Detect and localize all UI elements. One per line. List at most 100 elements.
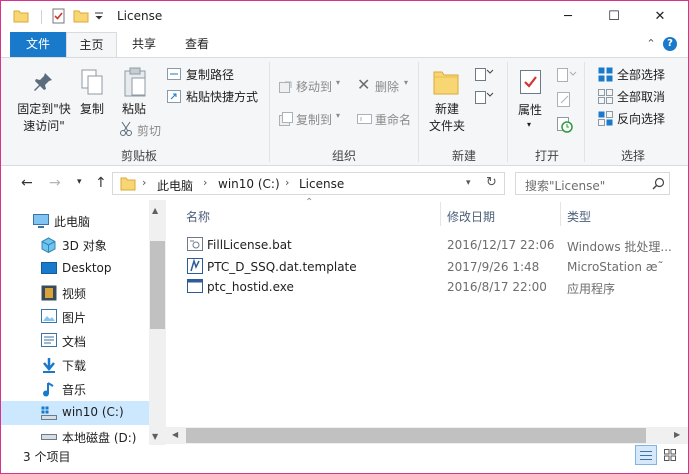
folder-icon [13, 10, 29, 23]
sidebar-item-drive-d[interactable]: 本地磁盘 (D:) [1, 425, 149, 445]
sidebar-scrollbar[interactable]: ▲ ▼ [149, 200, 166, 445]
breadcrumb-chevron-icon[interactable]: › [203, 176, 207, 189]
breadcrumb-chevron-icon[interactable]: › [285, 176, 289, 189]
select-none-button[interactable]: 全部取消 [617, 88, 665, 105]
pc-icon [33, 214, 49, 228]
3d-objects-icon [41, 237, 56, 253]
navigation-pane: 此电脑 3D 对象 Desktop 视频 图片 文档 下载 音乐 win10 (… [1, 200, 149, 445]
sidebar-item-this-pc[interactable]: 此电脑 [1, 209, 149, 233]
scrollbar-thumb[interactable] [186, 428, 646, 443]
breadcrumb-chevron-icon[interactable]: › [142, 176, 146, 189]
column-divider[interactable] [560, 202, 561, 226]
file-list: ⌃ 名称 修改日期 类型 FillLicense.bat 2016/12/17 … [166, 197, 688, 427]
sidebar-item-3d-objects[interactable]: 3D 对象 [1, 233, 149, 257]
sidebar-item-music[interactable]: 音乐 [1, 377, 149, 401]
window-title: License [117, 9, 163, 23]
group-divider [507, 62, 508, 162]
customize-toolbar-icon[interactable] [93, 8, 105, 24]
organize-group-label: 组织 [331, 149, 356, 163]
properties-button[interactable]: 属性 [515, 102, 545, 119]
details-view-button[interactable] [635, 445, 657, 465]
refresh-icon[interactable]: ↻ [486, 175, 497, 190]
forward-arrow-icon[interactable]: → [49, 175, 61, 191]
sidebar-item-documents[interactable]: 文档 [1, 329, 149, 353]
copy-path-button[interactable]: 复制路径 [186, 66, 234, 83]
properties-quick-icon[interactable] [51, 8, 67, 24]
sidebar-item-pictures[interactable]: 图片 [1, 305, 149, 329]
column-header-date[interactable]: 修改日期 [447, 208, 495, 225]
column-divider[interactable] [440, 202, 441, 226]
minimize-button[interactable]: ─ [545, 1, 591, 32]
column-header-type[interactable]: 类型 [567, 208, 591, 225]
help-icon[interactable]: ? [663, 37, 677, 51]
delete-button[interactable]: 删除 [375, 78, 399, 95]
move-to-button[interactable]: 移动到 [296, 78, 332, 95]
scroll-up-icon[interactable]: ▲ [152, 206, 158, 215]
move-to-icon [279, 81, 292, 93]
scroll-down-icon[interactable]: ▼ [152, 432, 158, 441]
scroll-right-icon[interactable]: ▶ [674, 430, 680, 439]
new-folder-quick-icon[interactable] [73, 8, 89, 24]
sidebar-item-label: 本地磁盘 (D:) [62, 431, 137, 445]
breadcrumb-license[interactable]: License [299, 177, 344, 191]
open-group-label: 打开 [534, 149, 559, 163]
pin-quick-access-button[interactable]: 固定到"快 速访问" [11, 101, 77, 135]
large-icons-view-button[interactable] [659, 445, 681, 465]
title-bar: License ─ ☐ ✕ [1, 1, 688, 32]
sidebar-item-label: 文档 [62, 335, 87, 349]
breadcrumb-this-pc[interactable]: 此电脑 [157, 177, 193, 194]
file-row[interactable]: FillLicense.bat 2016/12/17 22:06 Windows… [179, 235, 688, 255]
new-folder-button[interactable]: 新建 文件夹 [425, 101, 469, 135]
cut-button[interactable]: 剪切 [137, 122, 161, 139]
breadcrumb-drive[interactable]: win10 (C:) [218, 177, 280, 191]
group-divider [269, 62, 270, 162]
ribbon-collapse-icon[interactable]: ⌃ [644, 37, 658, 51]
select-all-button[interactable]: 全部选择 [617, 66, 665, 83]
up-arrow-icon[interactable]: ↑ [95, 175, 107, 191]
exe-file-icon [187, 279, 203, 293]
desktop-icon [41, 262, 57, 274]
file-list-scrollbar[interactable]: ◀ ▶ [166, 427, 688, 444]
pictures-icon [41, 309, 57, 323]
recent-locations-icon[interactable]: ▾ [77, 177, 82, 187]
scroll-left-icon[interactable]: ◀ [172, 430, 178, 439]
copy-button[interactable]: 复制 [77, 101, 107, 118]
paste-button[interactable]: 粘贴 [119, 101, 149, 118]
sidebar-item-downloads[interactable]: 下载 [1, 353, 149, 377]
copy-to-button[interactable]: 复制到 [296, 111, 332, 128]
search-icon[interactable] [652, 177, 665, 190]
delete-dropdown-icon[interactable]: ▾ [404, 78, 408, 87]
group-divider [418, 62, 419, 162]
sidebar-item-label: 图片 [62, 311, 87, 325]
address-bar[interactable]: › 此电脑 › win10 (C:) › License ▾ ↻ [112, 172, 505, 195]
column-header-name[interactable]: 名称 [186, 208, 210, 225]
search-box[interactable]: 搜索"License" [515, 172, 670, 195]
sidebar-item-videos[interactable]: 视频 [1, 281, 149, 305]
invert-selection-button[interactable]: 反向选择 [617, 110, 665, 127]
close-button[interactable]: ✕ [637, 1, 683, 32]
address-dropdown-icon[interactable]: ▾ [466, 178, 471, 188]
sidebar-item-label: 3D 对象 [62, 239, 107, 253]
scrollbar-thumb[interactable] [150, 241, 165, 329]
tab-file[interactable]: 文件 [10, 32, 66, 57]
properties-dropdown-icon[interactable]: ▾ [527, 120, 531, 129]
sidebar-item-drive-c[interactable]: win10 (C:) [1, 401, 149, 425]
maximize-button[interactable]: ☐ [591, 1, 637, 32]
file-row[interactable]: ptc_hostid.exe 2016/8/17 22:00 应用程序 [179, 277, 688, 297]
copy-path-icon [167, 68, 181, 80]
tab-view[interactable]: 查看 [171, 32, 223, 57]
edit-icon [557, 92, 570, 107]
paste-shortcut-button[interactable]: 粘贴快捷方式 [186, 88, 258, 105]
rename-button[interactable]: 重命名 [375, 111, 411, 128]
file-name: ptc_hostid.exe [207, 280, 294, 294]
file-row[interactable]: PTC_D_SSQ.dat.template 2017/9/26 1:48 Mi… [179, 257, 688, 277]
copy-to-dropdown-icon[interactable]: ▾ [336, 111, 340, 120]
tab-share[interactable]: 共享 [119, 32, 169, 57]
move-to-dropdown-icon[interactable]: ▾ [336, 78, 340, 87]
navigation-bar: ← → ▾ ↑ › 此电脑 › win10 (C:) › License ▾ ↻… [1, 167, 688, 200]
back-arrow-icon[interactable]: ← [21, 175, 33, 191]
tab-home[interactable]: 主页 [66, 32, 117, 58]
sidebar-item-desktop[interactable]: Desktop [1, 257, 149, 281]
large-icons-view-icon [664, 449, 676, 461]
download-icon [43, 358, 55, 373]
